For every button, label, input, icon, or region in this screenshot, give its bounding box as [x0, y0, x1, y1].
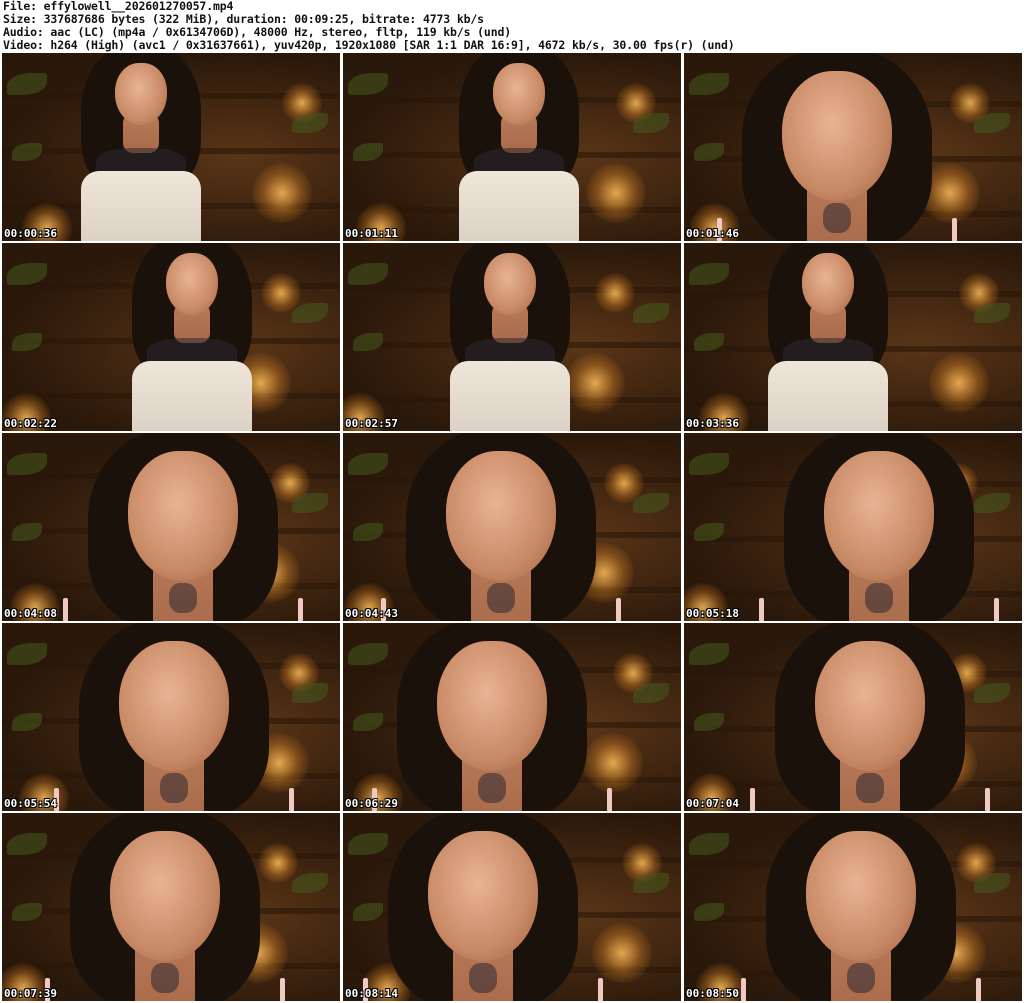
face-shape — [815, 641, 925, 771]
face-shape — [110, 831, 220, 961]
garment-strap — [298, 598, 303, 621]
garment-strap — [741, 978, 746, 1001]
tattoo-mark — [169, 583, 197, 613]
video-thumbnail: 00:07:04 — [684, 623, 1022, 811]
tattoo-mark — [151, 963, 179, 993]
video-thumbnail: 00:07:39 — [2, 813, 340, 1001]
face-shape — [128, 451, 238, 581]
tattoo-mark — [160, 773, 188, 803]
garment-strap — [994, 598, 999, 621]
file-info-header: File: effylowell__202601270057.mp4 Size:… — [3, 0, 1021, 52]
lamp-glow — [565, 353, 625, 413]
tattoo-mark — [847, 963, 875, 993]
garment-strap — [759, 598, 764, 621]
garment-strap — [976, 978, 981, 1001]
thumbnail-timestamp: 00:04:43 — [345, 607, 398, 620]
garment-strap — [952, 218, 957, 241]
face-shape — [493, 63, 545, 125]
face-shape — [824, 451, 934, 581]
face-shape — [437, 641, 547, 771]
video-thumbnail: 00:02:57 — [343, 243, 681, 431]
lamp-glow — [583, 733, 643, 793]
thumbnail-timestamp: 00:00:36 — [4, 227, 57, 240]
tattoo-mark — [856, 773, 884, 803]
video-thumbnail: 00:01:46 — [684, 53, 1022, 241]
garment-strap — [985, 788, 990, 811]
video-thumbnail: 00:05:18 — [684, 433, 1022, 621]
thumbnail-timestamp: 00:05:18 — [686, 607, 739, 620]
garment-strap — [750, 788, 755, 811]
tattoo-mark — [487, 583, 515, 613]
garment-strap — [607, 788, 612, 811]
thumbnail-timestamp: 00:08:50 — [686, 987, 739, 1000]
thumbnail-timestamp: 00:07:04 — [686, 797, 739, 810]
garment-strap — [289, 788, 294, 811]
garment-top — [450, 361, 570, 431]
video-thumbnail: 00:08:50 — [684, 813, 1022, 1001]
video-thumbnail: 00:04:08 — [2, 433, 340, 621]
face-shape — [446, 451, 556, 581]
lamp-glow — [592, 923, 652, 983]
tattoo-mark — [478, 773, 506, 803]
video-thumbnail: 00:05:54 — [2, 623, 340, 811]
face-shape — [428, 831, 538, 961]
thumbnail-timestamp: 00:07:39 — [4, 987, 57, 1000]
lamp-glow — [252, 163, 312, 223]
thumbnail-timestamp: 00:01:11 — [345, 227, 398, 240]
video-thumbnail: 00:06:29 — [343, 623, 681, 811]
face-shape — [806, 831, 916, 961]
thumbnail-timestamp: 00:06:29 — [345, 797, 398, 810]
thumbnail-timestamp: 00:01:46 — [686, 227, 739, 240]
lamp-glow — [929, 353, 989, 413]
garment-strap — [598, 978, 603, 1001]
garment-top — [132, 361, 252, 431]
video-info-line: Video: h264 (High) (avc1 / 0x31637661), … — [3, 38, 735, 52]
face-shape — [782, 71, 892, 201]
video-thumbnail: 00:03:36 — [684, 243, 1022, 431]
face-shape — [119, 641, 229, 771]
garment-strap — [616, 598, 621, 621]
video-thumbnail: 00:01:11 — [343, 53, 681, 241]
thumbnail-timestamp: 00:03:36 — [686, 417, 739, 430]
garment-top — [459, 171, 579, 241]
video-thumbnail: 00:00:36 — [2, 53, 340, 241]
garment-strap — [63, 598, 68, 621]
face-shape — [166, 253, 218, 315]
thumbnail-timestamp: 00:02:57 — [345, 417, 398, 430]
tattoo-mark — [823, 203, 851, 233]
video-thumbnail: 00:08:14 — [343, 813, 681, 1001]
garment-top — [768, 361, 888, 431]
lamp-glow — [261, 273, 301, 313]
lamp-glow — [586, 163, 646, 223]
tattoo-mark — [865, 583, 893, 613]
video-thumbnail: 00:02:22 — [2, 243, 340, 431]
video-thumbnail: 00:04:43 — [343, 433, 681, 621]
tattoo-mark — [469, 963, 497, 993]
face-shape — [115, 63, 167, 125]
thumbnail-timestamp: 00:02:22 — [4, 417, 57, 430]
lamp-glow — [595, 273, 635, 313]
face-shape — [802, 253, 854, 315]
face-shape — [484, 253, 536, 315]
garment-strap — [280, 978, 285, 1001]
thumbnail-timestamp: 00:05:54 — [4, 797, 57, 810]
thumbnail-timestamp: 00:08:14 — [345, 987, 398, 1000]
garment-top — [81, 171, 201, 241]
lamp-glow — [258, 843, 298, 883]
thumbnail-timestamp: 00:04:08 — [4, 607, 57, 620]
thumbnail-grid: 00:00:36 00:01:11 00:01:46 00:02:22 00:02:57… — [2, 53, 1022, 1001]
